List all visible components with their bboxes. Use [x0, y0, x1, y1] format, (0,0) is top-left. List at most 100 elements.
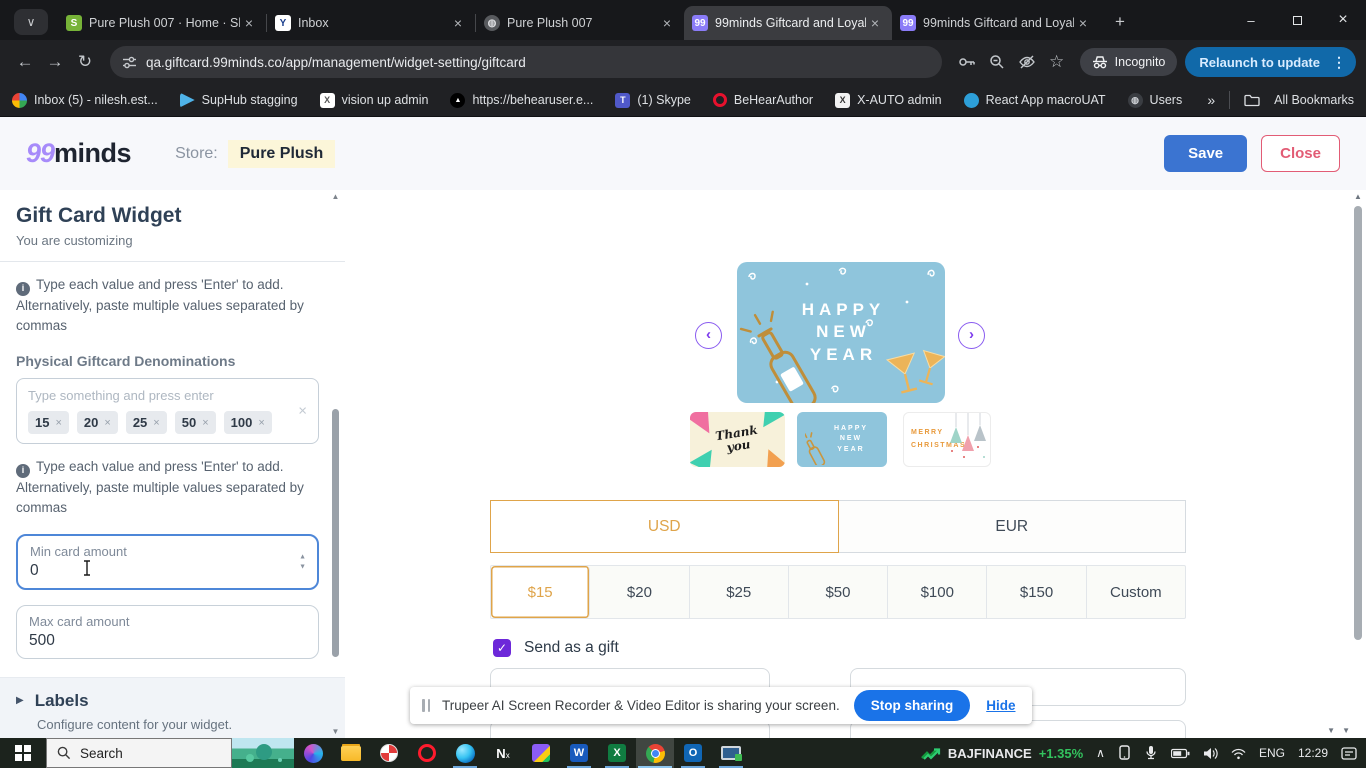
- scroll-down-icon[interactable]: ▼: [330, 727, 341, 736]
- widgets-weather-thumbnail[interactable]: [232, 738, 294, 768]
- denomination-20[interactable]: $20: [590, 566, 690, 618]
- new-tab-button[interactable]: +: [1106, 8, 1134, 36]
- carousel-prev-button[interactable]: ‹: [695, 322, 722, 349]
- tab-99minds-active[interactable]: 99 99minds Giftcard and Loyal ×: [684, 6, 892, 40]
- scroll-down-icon[interactable]: ▼: [1342, 726, 1350, 735]
- site-settings-icon[interactable]: [122, 55, 137, 70]
- send-gift-checkbox[interactable]: ✓: [493, 639, 511, 657]
- denomination-25[interactable]: $25: [690, 566, 789, 618]
- browser-menu-icon[interactable]: ⋮: [1328, 54, 1350, 71]
- reload-button[interactable]: ↻: [70, 47, 100, 77]
- tab-close-icon[interactable]: ×: [658, 14, 676, 32]
- language-indicator[interactable]: ENG: [1259, 746, 1285, 760]
- bookmark-behearuser[interactable]: ▲ https://behearuser.e...: [450, 92, 593, 108]
- start-button[interactable]: [0, 738, 46, 768]
- taskbar-opera[interactable]: [408, 738, 446, 768]
- all-bookmarks-label[interactable]: All Bookmarks: [1274, 93, 1354, 107]
- tab-close-icon[interactable]: ×: [240, 14, 258, 32]
- tab-search-button[interactable]: ∨: [14, 9, 48, 35]
- giftcard-design-preview[interactable]: HAPPY NEW YEAR: [737, 262, 945, 403]
- window-close-button[interactable]: ×: [1320, 0, 1366, 40]
- denomination-tag[interactable]: 20 ×: [76, 411, 118, 435]
- denomination-15[interactable]: $15: [491, 566, 591, 618]
- denomination-100[interactable]: $100: [888, 566, 988, 618]
- tab-inbox[interactable]: Y Inbox ×: [267, 6, 475, 40]
- denomination-tag[interactable]: 15 ×: [28, 411, 69, 435]
- bookmark-xauto[interactable]: X X-AUTO admin: [835, 92, 942, 108]
- bookmarks-overflow-icon[interactable]: »: [1207, 92, 1215, 108]
- battery-icon[interactable]: [1170, 747, 1190, 760]
- bookmark-inbox[interactable]: Inbox (5) - nilesh.est...: [12, 92, 158, 108]
- denomination-tag[interactable]: 100 ×: [223, 411, 272, 435]
- currency-tab-usd[interactable]: USD: [490, 500, 839, 553]
- tab-close-icon[interactable]: ×: [449, 14, 467, 32]
- back-button[interactable]: ←: [10, 47, 40, 77]
- taskbar-remote-desktop[interactable]: [712, 738, 750, 768]
- remove-tag-icon[interactable]: ×: [202, 417, 208, 429]
- step-up-icon[interactable]: ▲: [299, 553, 306, 560]
- remove-tag-icon[interactable]: ×: [153, 417, 159, 429]
- bookmark-skype[interactable]: T (1) Skype: [615, 92, 691, 108]
- stock-ticker-widget[interactable]: BAJFINANCE +1.35%: [920, 746, 1083, 761]
- thumbnail-merry-christmas[interactable]: MERRY CHRISTMAS: [903, 412, 991, 467]
- forward-button[interactable]: →: [40, 47, 70, 77]
- denomination-50[interactable]: $50: [789, 566, 889, 618]
- taskbar-design-tool[interactable]: [522, 738, 560, 768]
- carousel-next-button[interactable]: ›: [958, 322, 985, 349]
- window-restore-button[interactable]: [1274, 0, 1320, 40]
- remove-tag-icon[interactable]: ×: [55, 417, 61, 429]
- taskbar-copilot[interactable]: [294, 738, 332, 768]
- clock[interactable]: 12:29: [1298, 746, 1328, 760]
- denomination-tag[interactable]: 50 ×: [174, 411, 216, 435]
- clear-all-tags-icon[interactable]: ×: [298, 403, 307, 420]
- address-bar[interactable]: qa.giftcard.99minds.co/app/management/wi…: [110, 46, 942, 78]
- page-scrollbar[interactable]: ▲: [1351, 190, 1365, 738]
- bookmark-users[interactable]: ◍ Users: [1127, 92, 1182, 108]
- eye-off-icon[interactable]: [1012, 48, 1042, 76]
- denomination-150[interactable]: $150: [987, 566, 1087, 618]
- phone-link-icon[interactable]: [1118, 745, 1131, 761]
- max-card-amount-field[interactable]: Max card amount 500: [16, 604, 319, 659]
- tab-pure-plush-home[interactable]: S Pure Plush 007 · Home · Sho ×: [58, 6, 266, 40]
- zoom-out-icon[interactable]: [982, 48, 1012, 76]
- scroll-up-icon[interactable]: ▲: [1351, 192, 1365, 201]
- microphone-icon[interactable]: [1144, 745, 1158, 761]
- remove-tag-icon[interactable]: ×: [258, 417, 264, 429]
- relaunch-to-update-button[interactable]: Relaunch to update ⋮: [1185, 47, 1356, 77]
- taskbar-edge[interactable]: [446, 738, 484, 768]
- scrollbar-thumb[interactable]: [332, 409, 339, 657]
- password-key-icon[interactable]: [952, 48, 982, 76]
- tab-pure-plush[interactable]: ◍ Pure Plush 007 ×: [476, 6, 684, 40]
- denomination-custom[interactable]: Custom: [1087, 566, 1185, 618]
- denomination-tag[interactable]: 25 ×: [125, 411, 167, 435]
- tab-99minds-2[interactable]: 99 99minds Giftcard and Loyal ×: [892, 6, 1100, 40]
- bookmark-react-app[interactable]: React App macroUAT: [963, 92, 1106, 108]
- taskbar-excel[interactable]: X: [598, 738, 636, 768]
- bookmark-vision-up[interactable]: X vision up admin: [319, 92, 428, 108]
- bookmark-behearauthor[interactable]: BeHearAuthor: [712, 93, 813, 107]
- hide-link[interactable]: Hide: [986, 698, 1015, 713]
- notification-center-icon[interactable]: [1341, 746, 1358, 761]
- taskbar-word[interactable]: W: [560, 738, 598, 768]
- taskbar-screen-recorder[interactable]: [370, 738, 408, 768]
- bookmark-suphub[interactable]: SupHub stagging: [179, 92, 298, 108]
- expand-arrow-icon[interactable]: ▶: [16, 695, 24, 706]
- taskbar-nx[interactable]: Nx: [484, 738, 522, 768]
- scroll-down-icon[interactable]: ▼: [1327, 726, 1335, 735]
- window-minimize-button[interactable]: –: [1228, 0, 1274, 40]
- wifi-icon[interactable]: [1231, 747, 1246, 760]
- remove-tag-icon[interactable]: ×: [104, 417, 110, 429]
- thumbnail-thank-you[interactable]: Thank you: [690, 412, 785, 467]
- section-labels[interactable]: ▶ Labels Configure content for your widge…: [0, 676, 345, 738]
- drag-handle-icon[interactable]: [422, 699, 430, 712]
- tab-close-icon[interactable]: ×: [866, 14, 884, 32]
- step-down-icon[interactable]: ▼: [299, 563, 306, 570]
- close-button[interactable]: Close: [1261, 135, 1340, 172]
- taskbar-outlook[interactable]: O: [674, 738, 712, 768]
- number-stepper[interactable]: ▲ ▼: [299, 553, 306, 570]
- taskbar-search-box[interactable]: Search: [46, 738, 232, 768]
- min-card-amount-field[interactable]: Min card amount 0 ▲ ▼: [16, 533, 319, 590]
- bookmark-star-icon[interactable]: ☆: [1042, 48, 1072, 76]
- taskbar-file-explorer[interactable]: [332, 738, 370, 768]
- tab-close-icon[interactable]: ×: [1074, 14, 1092, 32]
